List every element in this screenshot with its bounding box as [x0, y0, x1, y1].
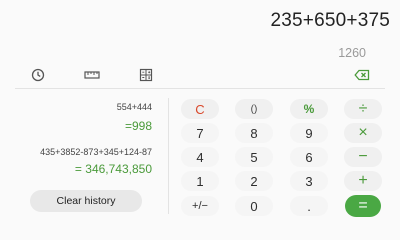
expression-input[interactable]: 235+650+375	[271, 10, 391, 32]
history-result[interactable]: =998	[125, 119, 152, 133]
digit-2-key[interactable]: 2	[235, 171, 273, 191]
digit-6-key[interactable]: 6	[290, 147, 328, 167]
clock-icon[interactable]	[29, 66, 47, 84]
digit-3-key[interactable]: 3	[290, 171, 328, 191]
decimal-key[interactable]: .	[290, 196, 328, 216]
minus-key[interactable]: −	[344, 147, 382, 167]
digit-4-key[interactable]: 4	[181, 147, 219, 167]
sign-toggle-key[interactable]: +/−	[181, 196, 219, 216]
history-expression[interactable]: 554+444	[117, 102, 152, 112]
equals-key[interactable]: =	[345, 195, 381, 217]
plus-key[interactable]: +	[344, 171, 382, 191]
backspace-icon[interactable]	[353, 66, 371, 84]
clear-history-button[interactable]: Clear history	[30, 190, 142, 212]
history-result[interactable]: = 346,743,850	[75, 162, 152, 176]
ruler-icon[interactable]	[83, 66, 101, 84]
calculator-grid-icon[interactable]	[137, 66, 155, 84]
history-expression[interactable]: 435+3852-873+345+124-87	[40, 147, 152, 157]
digit-5-key[interactable]: 5	[235, 147, 273, 167]
toolbar	[0, 66, 400, 86]
clear-key[interactable]: C	[181, 99, 219, 119]
display-area: 235+650+375 1260	[0, 0, 400, 64]
divide-key[interactable]: ÷	[344, 99, 382, 119]
digit-0-key[interactable]: 0	[235, 196, 273, 216]
percent-key[interactable]: %	[290, 99, 328, 119]
digit-7-key[interactable]: 7	[181, 123, 219, 143]
digit-1-key[interactable]: 1	[181, 171, 219, 191]
digit-9-key[interactable]: 9	[290, 123, 328, 143]
panel-divider	[168, 98, 169, 214]
parentheses-key[interactable]: ()	[235, 99, 273, 119]
multiply-key[interactable]: ×	[344, 123, 382, 143]
digit-8-key[interactable]: 8	[235, 123, 273, 143]
keypad: C () % ÷ 7 8 9 × 4 5 6 − 1 2 3 + +/− 0 .…	[172, 96, 400, 225]
result-preview: 1260	[338, 46, 366, 60]
